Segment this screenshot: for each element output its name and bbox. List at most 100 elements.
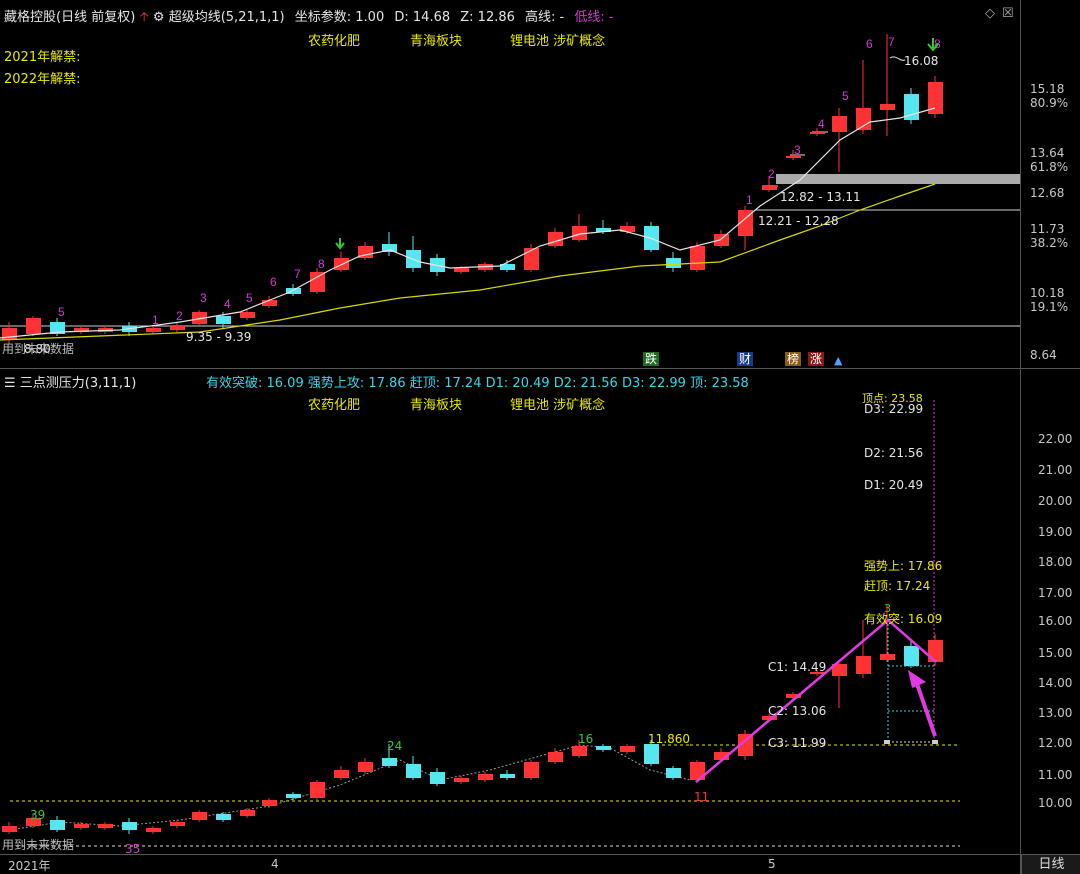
event-badge-list[interactable]: 榜 (785, 352, 802, 366)
candle-body[interactable] (524, 248, 539, 270)
candle-body[interactable] (928, 640, 943, 662)
trend-path (9, 744, 691, 831)
count-label: 4 (224, 297, 231, 311)
candle-body[interactable] (286, 794, 301, 798)
sector-3[interactable]: 锂电池 涉矿概念 (510, 394, 605, 413)
top-value: 顶: 23.58 (690, 376, 749, 391)
axis-price: 15.18 (1030, 82, 1065, 96)
d2-value: D2: 21.56 (553, 376, 618, 391)
count-label: 5 (58, 305, 65, 319)
candle-body[interactable] (620, 746, 635, 752)
axis-price: 20.00 (1038, 494, 1073, 508)
candle-body[interactable] (262, 300, 277, 306)
candle-body[interactable] (2, 826, 17, 832)
axis-price: 21.00 (1038, 463, 1073, 477)
candle-body[interactable] (786, 694, 801, 698)
axis-price: 18.00 (1038, 555, 1073, 569)
candle-body[interactable] (690, 762, 705, 780)
count-label: 7 (888, 35, 895, 49)
event-badge-rise[interactable]: 涨 (808, 352, 825, 366)
candle-body[interactable] (714, 234, 729, 246)
time-axis-month: 4 (271, 857, 279, 871)
axis-price: 22.00 (1038, 432, 1073, 446)
candle-body[interactable] (26, 318, 41, 334)
candle-body[interactable] (98, 824, 113, 828)
candle-body[interactable] (762, 186, 777, 190)
candle-body[interactable] (572, 746, 587, 756)
top-kline-chart[interactable]: 51 23 4 5678123456 7 8 (0, 0, 1020, 368)
candle-body[interactable] (262, 800, 277, 806)
axis-price: 12.68 (1030, 186, 1065, 200)
count-label: 1 (152, 313, 159, 327)
candle-body[interactable] (50, 820, 65, 830)
candle-body[interactable] (146, 328, 161, 332)
candle-body[interactable] (240, 312, 255, 318)
candle-body[interactable] (170, 326, 185, 330)
candle-body[interactable] (738, 734, 753, 756)
zone-upper-label: 12.82 - 13.11 (780, 190, 861, 204)
candle-body[interactable] (240, 810, 255, 816)
axis-pct: 61.8% (1030, 160, 1069, 174)
d3-label: D3: 22.99 (864, 402, 924, 416)
candle-body[interactable] (310, 782, 325, 798)
candle-body[interactable] (644, 744, 659, 764)
candle-body[interactable] (548, 752, 563, 762)
peak-price-label: 16.08 (904, 54, 939, 68)
candle-body[interactable] (904, 646, 919, 666)
candle-body[interactable] (596, 746, 611, 750)
axis-price: 10.18 (1030, 286, 1065, 300)
candle-body[interactable] (170, 822, 185, 826)
event-badge-fall[interactable]: 跌 (643, 352, 660, 366)
candle-body[interactable] (216, 316, 231, 324)
rush-top-value: 赶顶: 17.24 (409, 376, 482, 391)
panel-divider[interactable] (0, 368, 1080, 369)
candle-body[interactable] (430, 772, 445, 784)
candle-body[interactable] (478, 774, 493, 780)
candle-body[interactable] (310, 272, 325, 292)
axis-price: 17.00 (1038, 586, 1073, 600)
candle-body[interactable] (122, 822, 137, 830)
d1-label: D1: 20.49 (864, 478, 924, 492)
candle-body[interactable] (382, 758, 397, 766)
count-label: 3 (794, 143, 801, 157)
candle-body[interactable] (192, 812, 207, 820)
candle-body[interactable] (358, 762, 373, 772)
candle-body[interactable] (832, 664, 847, 676)
candle-body[interactable] (548, 232, 563, 246)
count-label: 6 (866, 37, 873, 51)
candle-body[interactable] (334, 770, 349, 778)
candle-body[interactable] (690, 246, 705, 270)
candle-body[interactable] (524, 762, 539, 778)
axis-price: 19.00 (1038, 525, 1073, 539)
candle-body[interactable] (500, 774, 515, 778)
sector-1[interactable]: 农药化肥 (308, 394, 360, 413)
candle-body[interactable] (856, 656, 871, 674)
candle-body[interactable] (146, 828, 161, 832)
axis-price: 10.00 (1038, 796, 1073, 810)
axis-price: 16.00 (1038, 614, 1073, 628)
candle-body[interactable] (74, 824, 89, 828)
candle-body[interactable] (880, 104, 895, 110)
menu-icon[interactable]: ☰ (4, 376, 16, 391)
candle-body[interactable] (714, 752, 729, 760)
candle-body[interactable] (2, 328, 17, 340)
candle-body[interactable] (666, 258, 681, 268)
candle-body[interactable] (880, 654, 895, 660)
candle-body[interactable] (810, 132, 825, 134)
candle-body[interactable] (406, 764, 421, 778)
level-label: 11.860 (648, 732, 690, 746)
candle-body[interactable] (454, 268, 469, 272)
period-button[interactable]: 日线 (1021, 855, 1080, 874)
sector-2[interactable]: 青海板块 (410, 394, 462, 413)
point-label: 3 (884, 602, 891, 615)
count-label: 7 (294, 267, 301, 281)
axis-price: 11.73 (1030, 222, 1065, 236)
candle-body[interactable] (666, 768, 681, 778)
candle-body[interactable] (216, 814, 231, 820)
breakout-value: 有效突破: 16.09 (206, 376, 304, 391)
event-badge-finance[interactable]: 财 (737, 352, 754, 366)
candle-body[interactable] (454, 778, 469, 782)
candle-body[interactable] (832, 116, 847, 132)
candle-body[interactable] (856, 108, 871, 130)
bottom-indicator-name[interactable]: 三点测压力(3,11,1) (20, 376, 137, 391)
